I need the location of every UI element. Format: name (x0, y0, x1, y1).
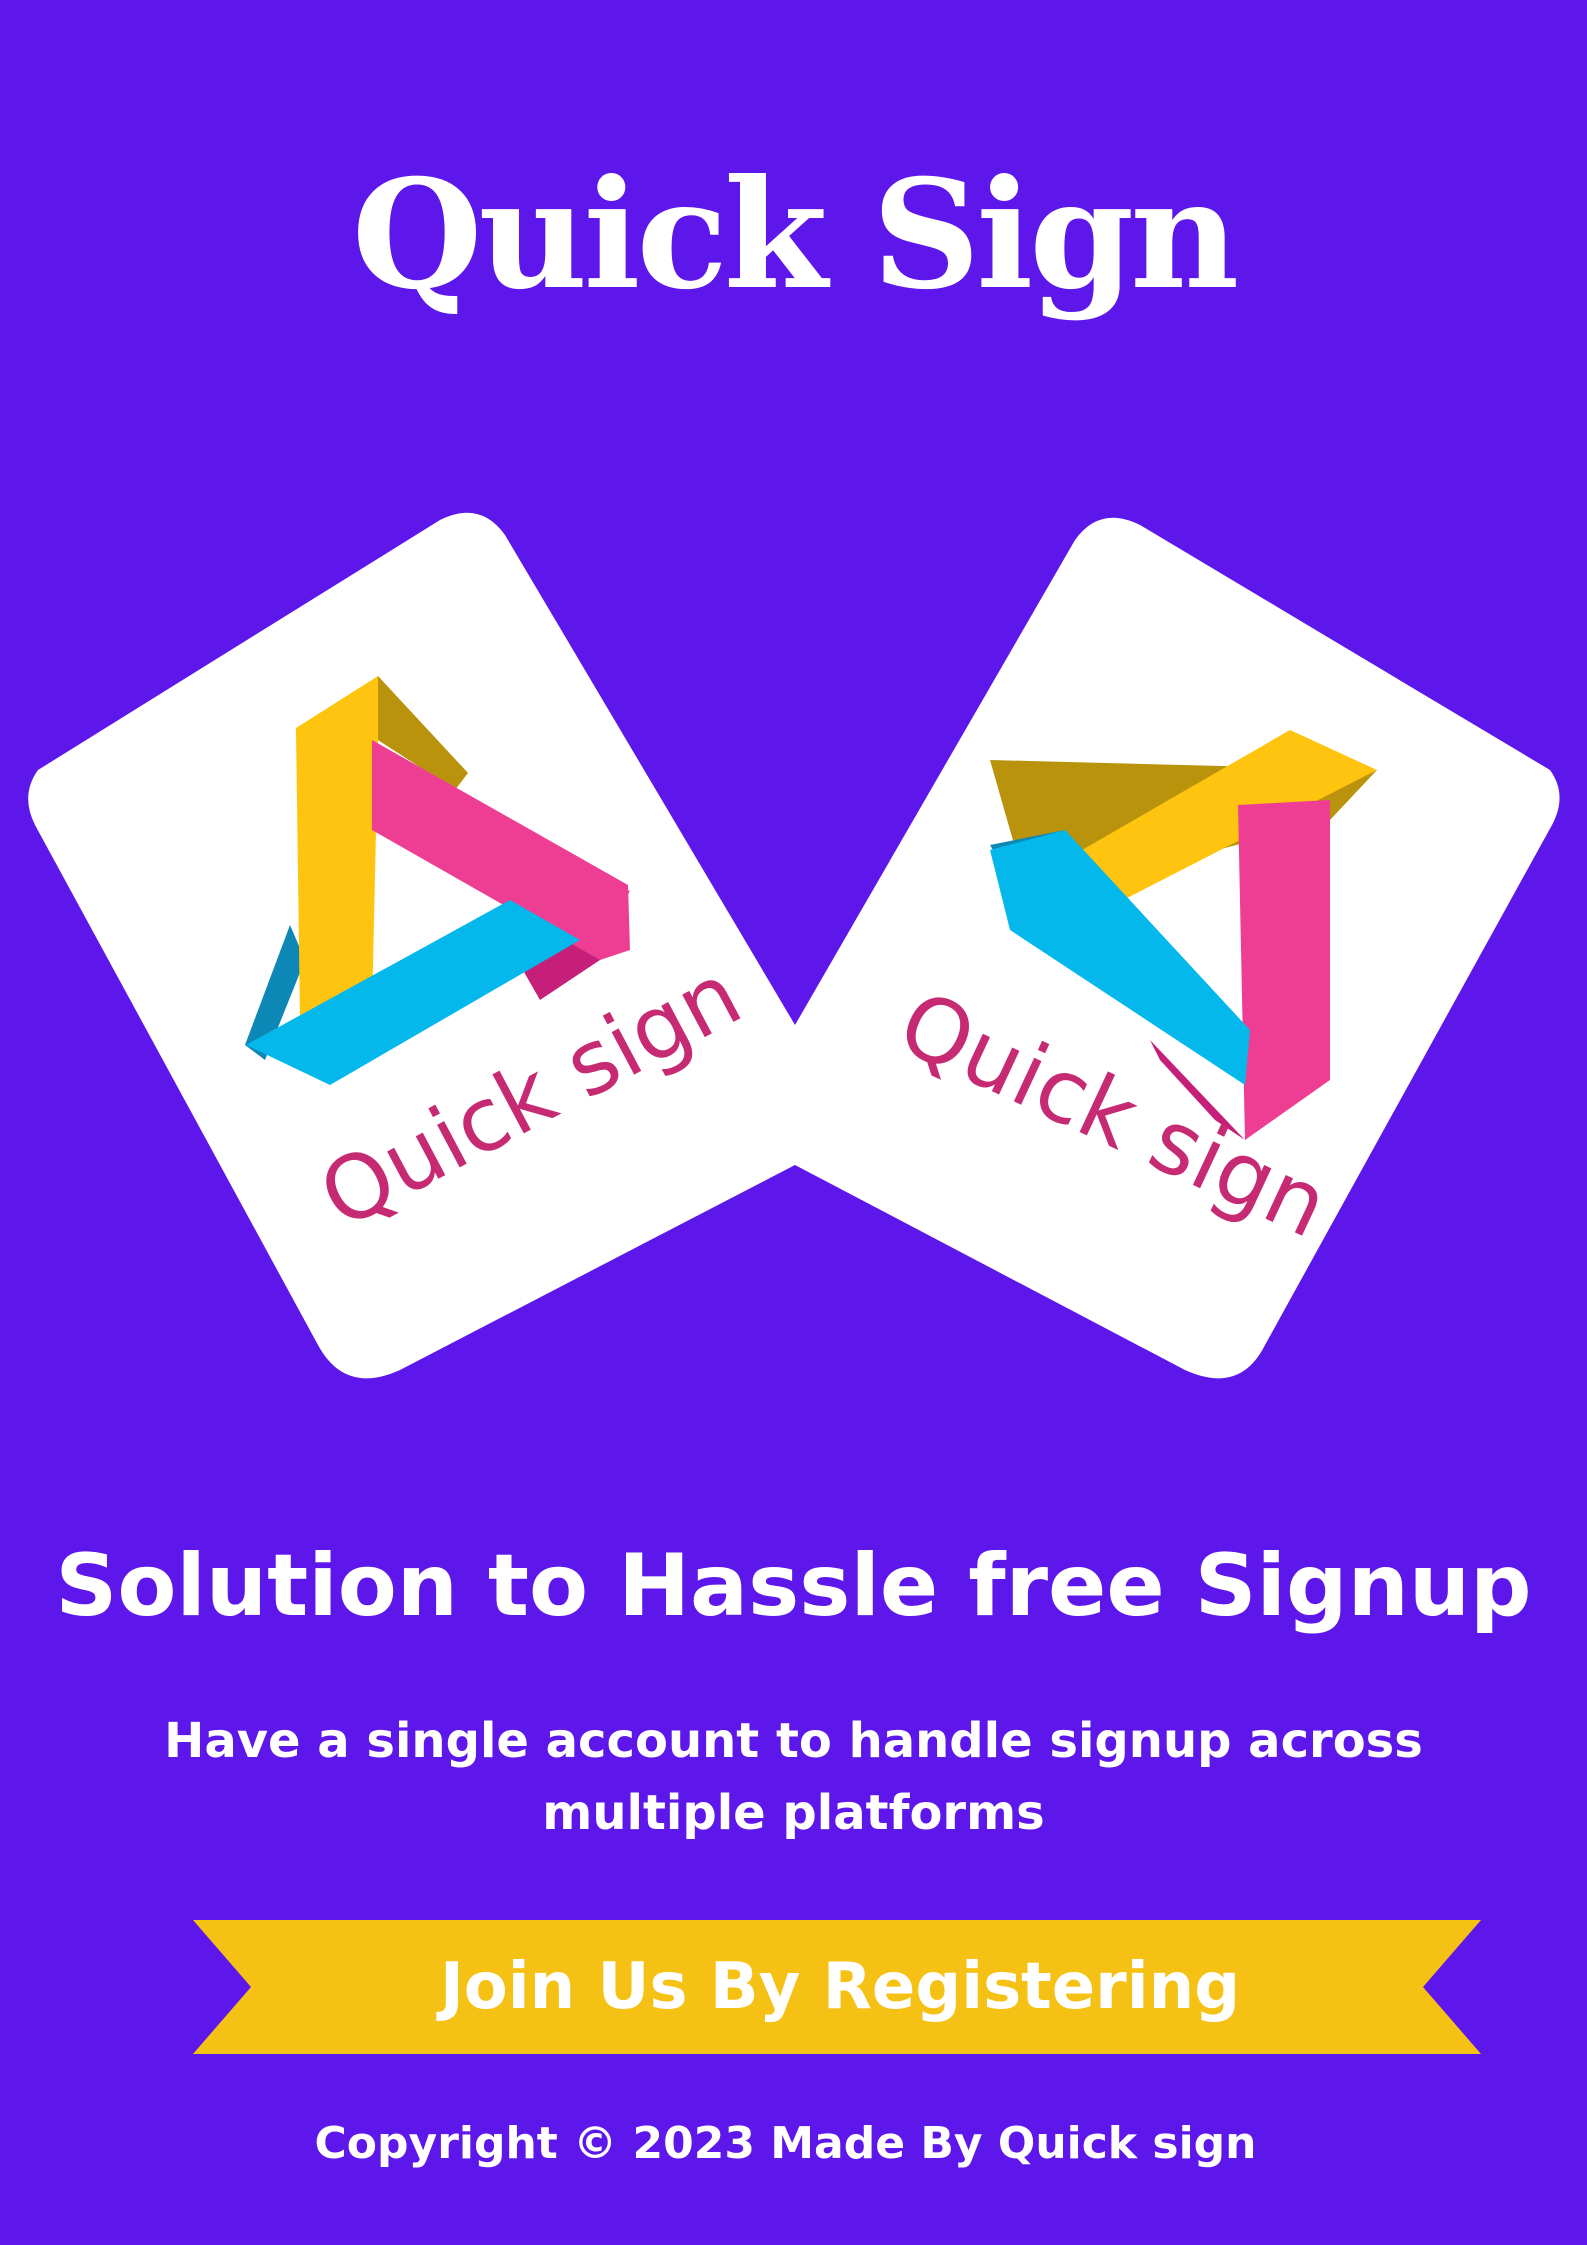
footer-copyright: Copyright © 2023 Made By Quick sign (314, 2118, 1257, 2169)
cta-banner (193, 1920, 1481, 2054)
join-us-button[interactable]: Join Us By Registering (190, 1920, 1490, 2054)
